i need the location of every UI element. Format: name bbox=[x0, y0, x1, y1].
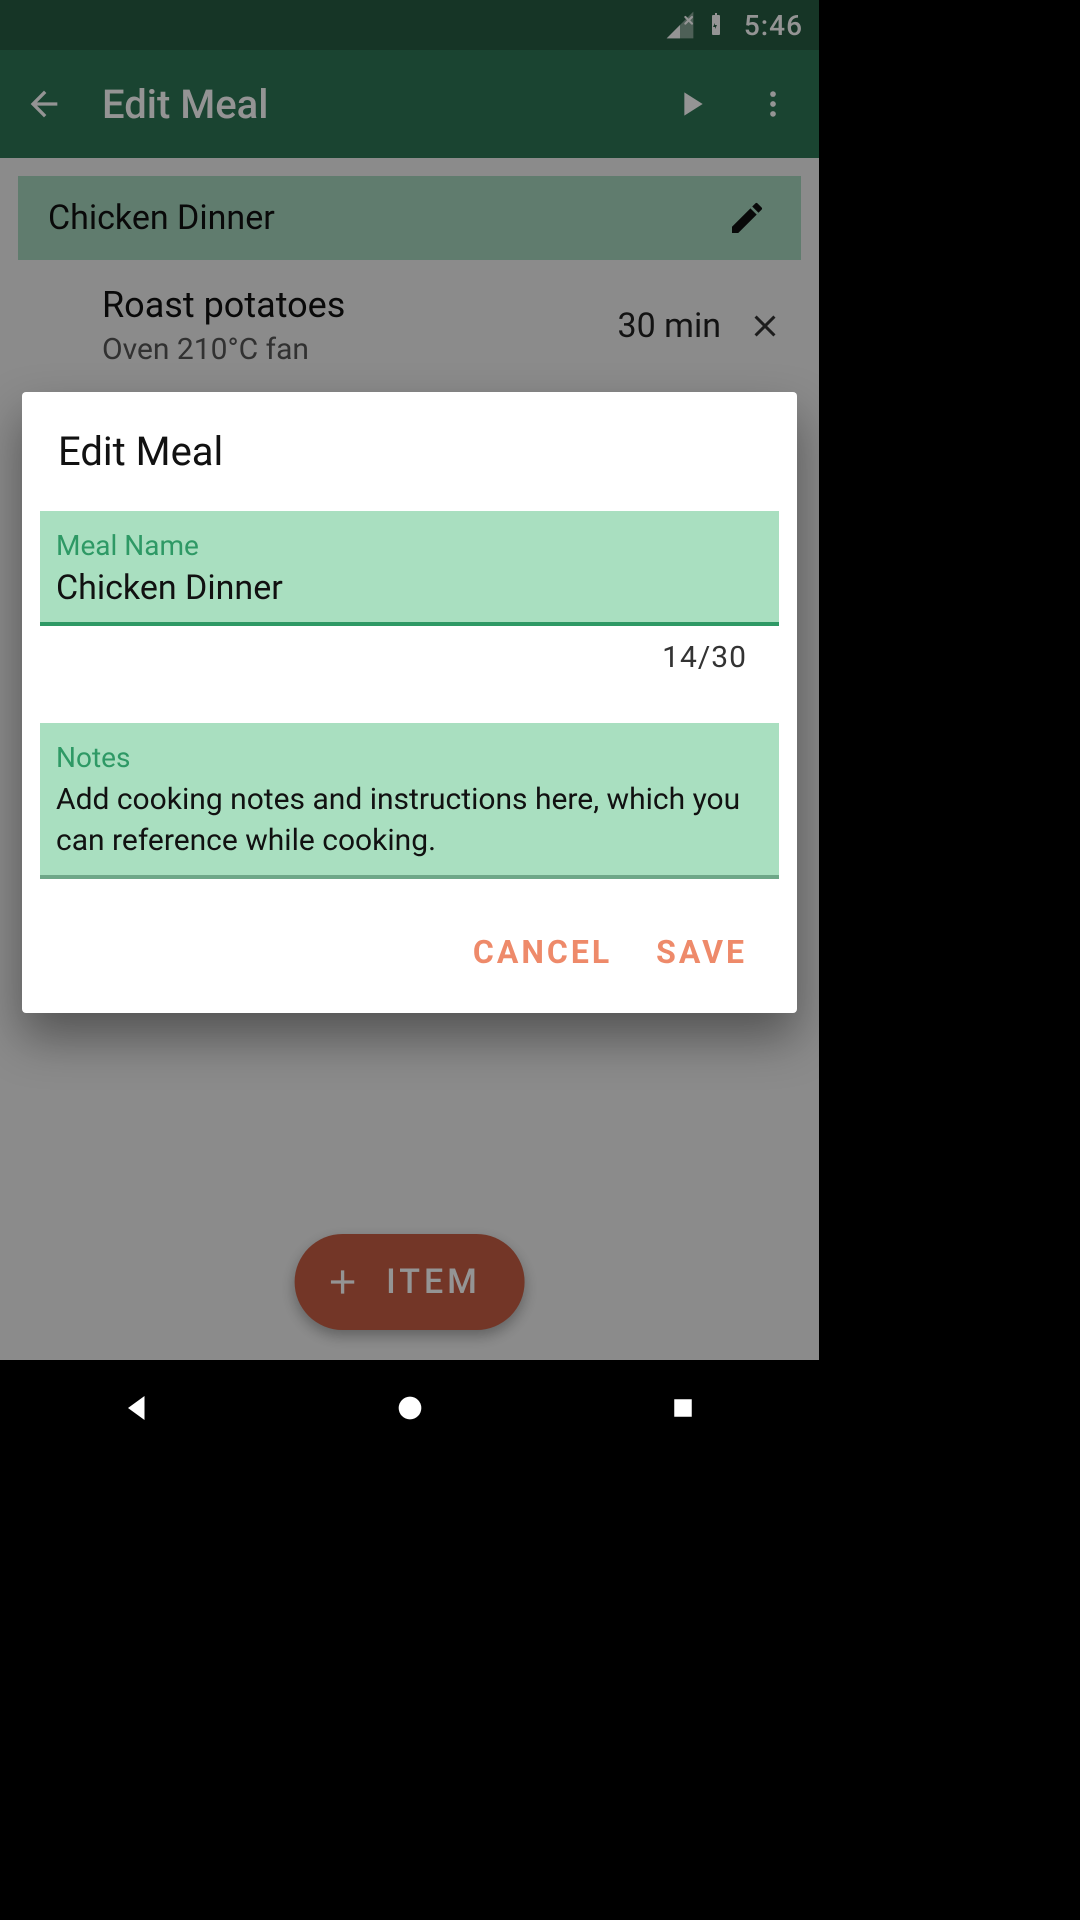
cancel-button[interactable]: CANCEL bbox=[473, 933, 612, 971]
nav-home-icon bbox=[393, 1391, 427, 1425]
notes-label: Notes bbox=[56, 741, 763, 774]
edit-meal-dialog: Edit Meal Meal Name 14/30 Notes Add cook… bbox=[22, 392, 797, 1013]
nav-home-button[interactable] bbox=[365, 1386, 455, 1430]
dialog-actions: CANCEL SAVE bbox=[40, 879, 779, 1001]
nav-back-icon bbox=[119, 1390, 155, 1426]
notes-field[interactable]: Notes Add cooking notes and instructions… bbox=[40, 723, 779, 879]
nav-recents-icon bbox=[668, 1393, 698, 1423]
meal-name-field[interactable]: Meal Name bbox=[40, 511, 779, 626]
save-button[interactable]: SAVE bbox=[656, 933, 747, 971]
meal-name-label: Meal Name bbox=[56, 529, 763, 562]
system-navbar bbox=[0, 1360, 819, 1456]
char-counter: 14/30 bbox=[40, 626, 779, 675]
dialog-title: Edit Meal bbox=[40, 428, 779, 511]
nav-back-button[interactable] bbox=[92, 1386, 182, 1430]
notes-hint: Add cooking notes and instructions here,… bbox=[56, 780, 763, 861]
nav-recents-button[interactable] bbox=[638, 1386, 728, 1430]
meal-name-input[interactable] bbox=[56, 568, 763, 608]
